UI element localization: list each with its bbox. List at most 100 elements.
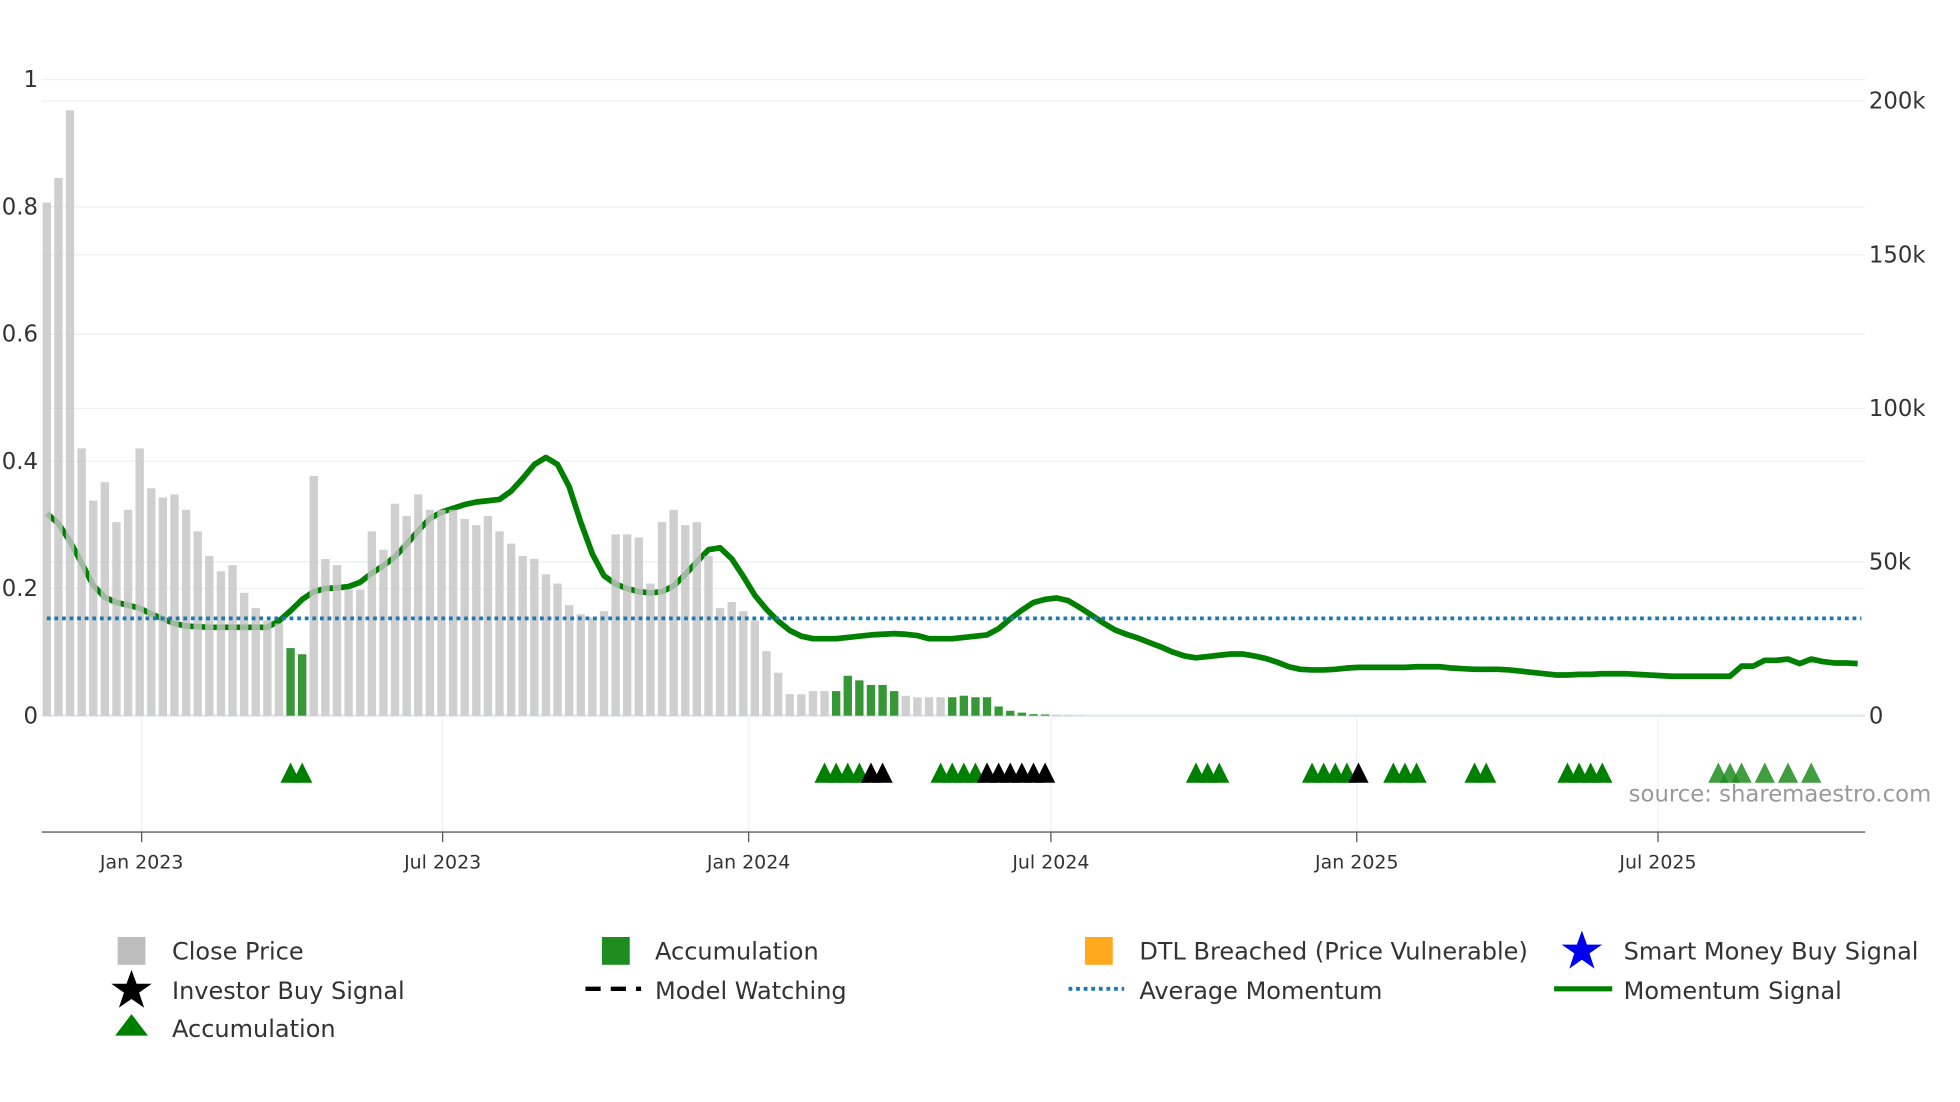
x-tick-label: Jan 2025 (1314, 852, 1398, 874)
close-price-bar (123, 509, 133, 716)
close-price-bar (797, 694, 806, 716)
close-price-bar (553, 583, 562, 716)
legend-label: Investor Buy Signal (172, 977, 405, 1005)
accumulation-bar (994, 706, 1003, 716)
close-price-bar (54, 177, 63, 716)
accumulation-bar (890, 691, 899, 716)
legend-item-momentum-signal[interactable]: Momentum Signal (1554, 977, 1842, 1005)
left-tick-label: 0.8 (2, 194, 38, 220)
close-price-bar (448, 509, 458, 716)
close-price-bar (65, 110, 75, 716)
right-tick-label: 50k (1869, 550, 1912, 576)
legend-label: Smart Money Buy Signal (1624, 938, 1919, 966)
momentum-signal-line (44, 454, 1858, 680)
close-price-bar (913, 697, 922, 716)
legend-label: Accumulation (172, 1015, 336, 1043)
accumulation-bar (878, 684, 887, 716)
blue-star-icon (1561, 930, 1603, 969)
close-price-bar (170, 494, 179, 716)
close-price-bar (506, 543, 516, 716)
close-price-bar (193, 531, 202, 716)
accumulation-bar (1029, 714, 1038, 716)
close-price-bar (344, 589, 353, 716)
close-price-bar (1052, 714, 1061, 716)
close-price-bar (472, 525, 481, 716)
close-price-bar (437, 509, 446, 716)
legend-item-dtl-breached[interactable]: DTL Breached (Price Vulnerable) (1084, 936, 1528, 966)
close-price-bar (611, 534, 620, 716)
close-price-bar (646, 583, 655, 716)
left-tick-label: 0.6 (2, 322, 38, 348)
legend-item-investor-buy[interactable]: Investor Buy Signal (111, 969, 405, 1008)
close-price-bar (89, 500, 98, 716)
close-price-bar (495, 531, 504, 716)
orange-square-icon (1084, 936, 1113, 965)
close-price-bar (588, 617, 597, 716)
close-price-bar (263, 620, 272, 716)
accumulation-marker (1777, 762, 1799, 783)
close-price-bar (773, 672, 783, 716)
x-tick-label: Jan 2024 (706, 852, 790, 874)
momentum-line-layer (44, 454, 1858, 680)
close-price-bar (599, 611, 609, 716)
close-price-bar (77, 448, 86, 716)
legend-item-accumulation-bar[interactable]: Accumulation (601, 936, 819, 966)
close-price-bar (379, 549, 388, 716)
close-price-bar (681, 525, 690, 716)
left-tick-label: 0 (23, 703, 37, 729)
x-tick-label: Jul 2024 (1011, 852, 1089, 874)
close-price-bar (251, 608, 260, 716)
close-price-bar (100, 482, 110, 716)
accumulation-bar (959, 695, 969, 716)
close-price-bar (321, 558, 330, 716)
legend-item-smart-money[interactable]: Smart Money Buy Signal (1561, 930, 1919, 969)
legend-item-model-watching[interactable]: Model Watching (585, 977, 847, 1005)
close-price-bar (785, 694, 794, 716)
legend-label: Close Price (172, 938, 304, 966)
accumulation-bar (982, 697, 992, 716)
gridlines (41, 79, 1866, 833)
left-tick-label: 0.2 (2, 576, 38, 602)
close-price-bar (1064, 715, 1073, 716)
close-price-bar (228, 565, 237, 716)
accumulation-bar (866, 684, 876, 716)
close-price-bar (483, 515, 493, 716)
close-price-bar (158, 497, 168, 716)
x-tick-label: Jul 2023 (403, 852, 481, 874)
accumulation-bar (948, 697, 957, 716)
close-price-bar (576, 614, 585, 716)
close-price-bar (147, 488, 156, 716)
close-price-bar (367, 531, 377, 716)
close-price-bar (356, 589, 365, 716)
close-price-bar (704, 555, 713, 716)
legend-label: Momentum Signal (1624, 977, 1842, 1005)
accumulation-marker (1754, 762, 1775, 783)
right-tick-label: 200k (1869, 89, 1926, 115)
legend-item-average-momentum[interactable]: Average Momentum (1068, 977, 1383, 1005)
close-price-bar (216, 571, 226, 716)
green-triangle-icon (115, 1014, 148, 1036)
close-price-bar (239, 592, 249, 716)
legend-item-accumulation-marker[interactable]: Accumulation (115, 1014, 336, 1043)
close-price-bar (42, 202, 51, 716)
source-label: source: sharemaestro.com (1629, 782, 1932, 808)
close-price-bar (332, 565, 342, 716)
close-price-bar (309, 476, 318, 716)
close-price-bar (205, 555, 214, 716)
x-axis-labels: Jan 2023 Jul 2023 Jan 2024 Jul 2024 Jan 2025… (99, 832, 1697, 874)
accumulation-bar (831, 691, 841, 716)
accumulation-bar (286, 648, 295, 716)
right-tick-label: 0 (1869, 703, 1883, 729)
close-price-bar (541, 574, 551, 716)
close-price-bar (274, 623, 284, 716)
close-price-bar (414, 494, 423, 716)
legend: Close Price Accumulation DTL Breached (P… (111, 930, 1919, 1043)
accumulation-marker (1801, 762, 1822, 783)
legend-item-close-price[interactable]: Close Price (117, 936, 304, 966)
right-tick-label: 150k (1869, 242, 1926, 268)
momentum-chart: 00.20.40.60.81050k100k150k200k Jan 2023 J… (2, 67, 1932, 1043)
legend-label: DTL Breached (Price Vulnerable) (1139, 938, 1528, 966)
right-tick-label: 100k (1869, 396, 1926, 422)
left-tick-label: 0.4 (2, 449, 38, 475)
close-price-bar (390, 503, 400, 716)
